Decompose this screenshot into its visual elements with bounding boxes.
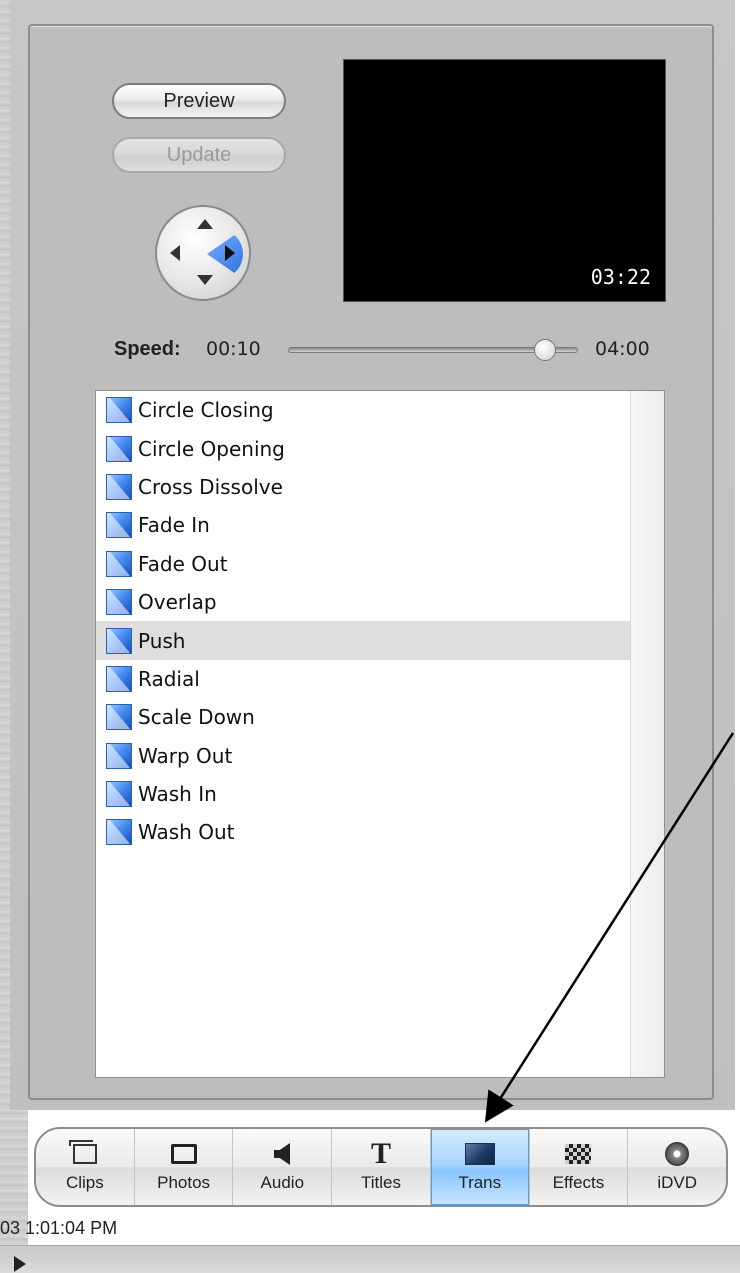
transition-item-label: Scale Down <box>138 705 255 730</box>
transition-thumbnail-icon <box>106 627 132 654</box>
transitions-icon <box>464 1141 495 1167</box>
speed-max-value: 04:00 <box>595 338 650 360</box>
transition-item-label: Wash Out <box>138 820 235 845</box>
imovie-window: Preview Update 03:22 Speed: 00:10 04:00 … <box>0 0 740 1273</box>
arrow-down-icon[interactable] <box>197 275 213 285</box>
speed-slider-track[interactable] <box>288 339 578 361</box>
toolbar-button-effects[interactable]: Effects <box>530 1129 629 1205</box>
arrow-right-icon[interactable] <box>225 245 235 261</box>
audio-icon <box>267 1141 297 1167</box>
transition-item[interactable]: Overlap <box>96 583 632 621</box>
transition-thumbnail-icon <box>106 397 132 424</box>
transition-item[interactable]: Scale Down <box>96 698 632 736</box>
transition-item[interactable]: Wash Out <box>96 813 632 851</box>
transitions-list-items: Circle Closing Circle Opening Cross Dissol… <box>96 391 632 852</box>
toolbar-button-label: Audio <box>260 1173 305 1192</box>
transition-item-label: Radial <box>138 666 200 691</box>
toolbar-button-titles[interactable]: T Titles <box>332 1129 431 1205</box>
toolbar-button-trans[interactable]: Trans <box>430 1129 530 1205</box>
toolbar-button-photos[interactable]: Photos <box>135 1129 234 1205</box>
transition-item[interactable]: Fade Out <box>96 545 632 583</box>
transition-item[interactable]: Cross Dissolve <box>96 468 632 506</box>
transitions-list[interactable]: Circle Closing Circle Opening Cross Dissol… <box>95 390 665 1078</box>
toolbar-button-label: iDVD <box>657 1173 697 1192</box>
transition-item[interactable]: Warp Out <box>96 737 632 775</box>
list-scrollbar[interactable] <box>630 391 664 1077</box>
transition-item-label: Circle Opening <box>138 436 285 461</box>
direction-pad[interactable] <box>155 205 251 301</box>
transition-thumbnail-icon <box>106 742 132 769</box>
toolbar-button-label: Photos <box>157 1173 211 1192</box>
transition-item-label: Cross Dissolve <box>138 474 283 499</box>
speed-slider-thumb[interactable] <box>534 339 557 361</box>
transition-thumbnail-icon <box>106 781 132 808</box>
pane-toolbar: Clips Photos Audio T Titles Trans Effects iDVD <box>34 1127 728 1207</box>
speed-label: Speed: <box>114 338 181 360</box>
transition-item[interactable]: Circle Opening <box>96 429 632 467</box>
speed-control: Speed: 00:10 04:00 <box>114 336 674 364</box>
toolbar-button-label: Trans <box>458 1173 502 1192</box>
toolbar-button-clips[interactable]: Clips <box>36 1129 135 1205</box>
transition-item-label: Push <box>138 628 186 653</box>
transition-thumbnail-icon <box>106 819 132 846</box>
toolbar-button-label: Clips <box>65 1173 104 1192</box>
idvd-icon <box>662 1141 692 1167</box>
transition-item[interactable]: Wash In <box>96 775 632 813</box>
play-icon[interactable] <box>14 1256 26 1272</box>
transition-item[interactable]: Fade In <box>96 506 632 544</box>
transition-thumbnail-icon <box>106 704 132 731</box>
transition-item[interactable]: Radial <box>96 660 632 698</box>
toolbar-button-idvd[interactable]: iDVD <box>628 1129 726 1205</box>
transition-item-label: Circle Closing <box>138 398 274 423</box>
date-time-label: 03 1:01:04 PM <box>0 1218 118 1238</box>
preview-button[interactable]: Preview <box>112 83 286 119</box>
arrow-left-icon[interactable] <box>170 245 180 261</box>
speed-min-value: 00:10 <box>206 338 261 360</box>
transition-thumbnail-icon <box>106 512 132 539</box>
transition-item[interactable]: Push <box>96 621 632 660</box>
timecode: 03:22 <box>590 265 651 289</box>
clips-icon <box>68 1140 100 1167</box>
transition-item-label: Warp Out <box>138 743 233 768</box>
photos-icon <box>169 1141 199 1167</box>
transition-thumbnail-icon <box>106 473 132 500</box>
toolbar-button-label: Titles <box>361 1173 402 1192</box>
transition-thumbnail-icon <box>106 589 132 616</box>
update-button[interactable]: Update <box>112 137 286 173</box>
transition-item-label: Fade Out <box>138 551 228 576</box>
transition-thumbnail-icon <box>106 550 132 577</box>
transition-thumbnail-icon <box>106 435 132 462</box>
effects-icon <box>563 1141 593 1167</box>
transition-item[interactable]: Circle Closing <box>96 391 632 429</box>
transition-item-label: Overlap <box>138 590 217 615</box>
titles-icon: T <box>371 1137 392 1170</box>
preview-monitor: 03:22 <box>343 59 666 302</box>
transition-item-label: Wash In <box>138 782 217 807</box>
arrow-up-icon[interactable] <box>197 219 213 229</box>
transition-item-label: Fade In <box>138 513 210 538</box>
bottom-bar <box>0 1245 740 1273</box>
toolbar-button-audio[interactable]: Audio <box>233 1129 333 1205</box>
transition-thumbnail-icon <box>106 665 132 692</box>
toolbar-button-label: Effects <box>552 1173 605 1192</box>
